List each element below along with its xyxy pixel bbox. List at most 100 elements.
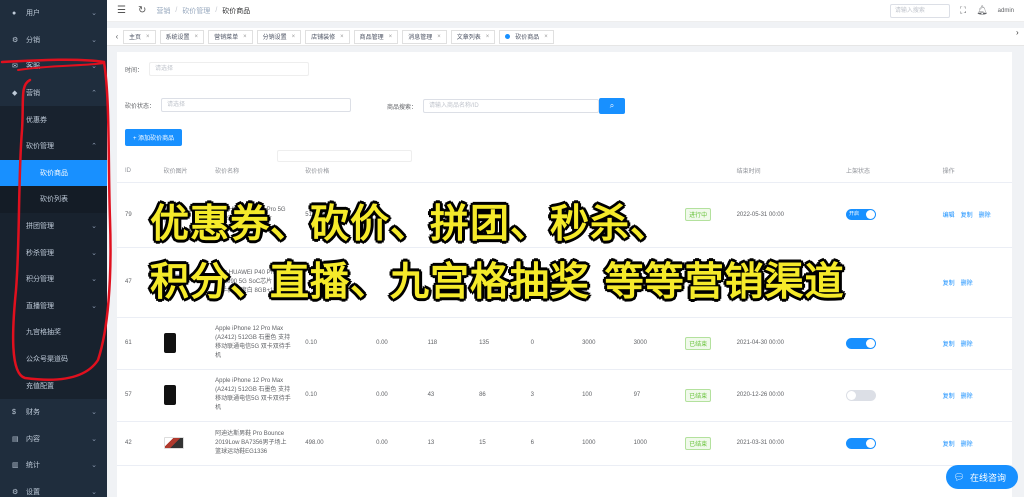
status-select[interactable]: 请选择 [161, 98, 352, 112]
product-thumbnail[interactable] [163, 206, 180, 223]
close-icon[interactable]: × [486, 34, 490, 40]
publish-toggle[interactable]: 开启 [846, 209, 877, 220]
top-search-input[interactable]: 请输入搜索 [889, 3, 950, 18]
close-icon[interactable]: × [243, 34, 247, 40]
cell-status: 已结束 [677, 421, 729, 466]
product-thumbnail[interactable] [163, 274, 180, 290]
cell-name: 华为 HUAWEI P40 Pro 5G 麒麟990 5G SoC芯片 [207, 182, 298, 248]
online-chat-button[interactable]: 💬︎ 在线咨询 [945, 465, 1018, 489]
tab-0[interactable]: 主页 × [123, 29, 156, 44]
refresh-icon[interactable]: ↻ [138, 5, 146, 16]
table-row[interactable]: 61 Apple iPhone 12 Pro Max (A2412) 512GB … [117, 317, 1012, 370]
table-row[interactable]: 57 Apple iPhone 12 Pro Max (A2412) 512GB … [117, 369, 1012, 422]
product-thumbnail[interactable] [163, 385, 176, 405]
cell-c1 [368, 247, 420, 318]
sidebar-item[interactable]: 优惠券 [0, 106, 107, 133]
time-picker[interactable]: 请选择 [149, 62, 310, 76]
sidebar-item[interactable]: 积分管理 ⌄ [0, 265, 107, 293]
action-link[interactable]: 删除 [961, 391, 973, 400]
sidebar-item[interactable]: ▤ 内容 ⌄ [0, 426, 107, 453]
close-icon[interactable]: × [437, 34, 441, 40]
cell-c1: 0.00 [368, 421, 420, 466]
publish-toggle[interactable] [846, 437, 877, 449]
table-row[interactable]: 42 阿迪达斯男鞋 Pro Bounce 2019Low BA7356男子场上篮球… [117, 421, 1012, 466]
product-search-input[interactable]: 请输入商品名称/ID [423, 99, 600, 113]
cell-price: 498.00 [297, 421, 369, 466]
sidebar-item[interactable]: 砍价管理 ⌃ [0, 132, 107, 160]
tab-4[interactable]: 店铺装修 × [305, 29, 350, 44]
action-link[interactable]: 编辑 [943, 210, 955, 219]
tab-7[interactable]: 文章列表 × [450, 29, 496, 44]
product-thumbnail[interactable] [163, 437, 184, 449]
action-link[interactable]: 复制 [943, 391, 955, 400]
search-button[interactable]: ⌕ [599, 98, 626, 114]
tab-6[interactable]: 消息管理 × [402, 29, 447, 44]
action-link[interactable]: 删除 [961, 339, 973, 348]
product-search-label: 商品搜索： [387, 104, 418, 111]
chevron-down-icon: ⌄ [91, 409, 97, 417]
sidebar-item[interactable]: 充值配置 [0, 372, 107, 399]
sidebar-item[interactable]: 拼团管理 ⌄ [0, 212, 107, 240]
table-row[interactable]: 47 华为 HUAWEI P40 Pro 5G 麒麟990 5G SoC芯片 全网… [117, 247, 1012, 318]
chevron-right-icon[interactable]: › [1016, 28, 1022, 46]
sidebar-item[interactable]: 九宫格抽奖 [0, 319, 107, 346]
bell-icon[interactable]: 🔔︎ [976, 5, 987, 16]
chevron-down-icon: ⌄ [91, 36, 97, 44]
sidebar-item[interactable]: 砍价商品 [0, 159, 107, 187]
close-icon[interactable]: × [292, 34, 296, 40]
table-row[interactable]: 79 华为 HUAWEI P40 Pro 5G 麒麟990 5G SoC芯片 519… [117, 182, 1012, 248]
fullscreen-icon[interactable]: ⛶ [960, 5, 966, 16]
cell-status [677, 247, 729, 318]
close-icon[interactable]: × [146, 34, 150, 40]
close-icon[interactable]: × [195, 34, 199, 40]
sidebar-item[interactable]: ⚙ 设置 ⌄ [0, 479, 107, 497]
breadcrumb-item[interactable]: 营销 [156, 6, 170, 16]
publish-toggle[interactable] [846, 337, 877, 349]
add-bargain-product-button[interactable]: + 添加砍价商品 [125, 129, 183, 146]
sidebar-item[interactable]: ▥ 统计 ⌄ [0, 452, 107, 479]
tab-label: 店铺装修 [311, 35, 336, 41]
sidebar-item-label: 积分管理 [26, 276, 54, 284]
sidebar-item-label: 充值配置 [26, 382, 54, 390]
app-root: { "sidebar": { "items": [ {"icon": "user… [0, 0, 1024, 497]
action-link[interactable]: 删除 [961, 278, 973, 287]
sidebar-item-label: 统计 [26, 462, 40, 470]
cell-c5: 100 [574, 369, 626, 422]
publish-toggle[interactable] [846, 389, 877, 401]
sidebar-item[interactable]: $ 财务 ⌄ [0, 399, 107, 426]
sidebar-item[interactable]: 秒杀管理 ⌄ [0, 239, 107, 266]
chevron-left-icon[interactable]: ‹ [111, 32, 123, 41]
close-icon[interactable]: × [544, 34, 548, 40]
sidebar-item[interactable]: ✉ 客服 ⌄ [0, 53, 107, 80]
action-link[interactable]: 复制 [943, 278, 955, 287]
sidebar-item[interactable]: 直播管理 ⌄ [0, 292, 107, 320]
sidebar-item[interactable]: 公众号渠道码 [0, 345, 107, 373]
action-link[interactable]: 删除 [961, 439, 973, 448]
action-link[interactable]: 复制 [961, 210, 973, 219]
column-header [625, 160, 678, 183]
tab-8[interactable]: 砍价商品 × [499, 29, 554, 44]
hamburger-menu-icon[interactable]: ☰ [117, 5, 126, 16]
sidebar-item-label: 内容 [26, 435, 40, 443]
product-thumbnail[interactable] [163, 333, 176, 353]
cell-c5: 3000 [574, 317, 626, 370]
tab-2[interactable]: 营销菜单 × [208, 29, 253, 44]
tab-3[interactable]: 分销设置 × [256, 29, 302, 44]
cell-actions: 复制 删除 [934, 317, 1012, 370]
cell-c6: 13 [625, 247, 678, 318]
action-link[interactable]: 复制 [943, 339, 955, 348]
content-icon: ▤ [12, 435, 19, 443]
close-icon[interactable]: × [340, 34, 344, 40]
tab-5[interactable]: 商品管理 × [353, 29, 399, 44]
chevron-down-icon: ⌄ [91, 10, 97, 18]
tab-1[interactable]: 系统设置 × [159, 29, 205, 44]
user-name[interactable]: admin [998, 8, 1014, 14]
action-link[interactable]: 删除 [979, 210, 991, 219]
action-link[interactable]: 复制 [943, 439, 955, 448]
sidebar-item[interactable]: 砍价列表 [0, 186, 107, 213]
breadcrumb-item[interactable]: 砍价管理 [182, 6, 210, 16]
close-icon[interactable]: × [389, 34, 393, 40]
sidebar-item[interactable]: ⚙ 分销 ⌄ [0, 27, 107, 54]
sidebar-item[interactable]: ● 用户 ⌄ [0, 0, 107, 27]
sidebar-item[interactable]: ◆ 营销 ⌃ [0, 80, 107, 107]
